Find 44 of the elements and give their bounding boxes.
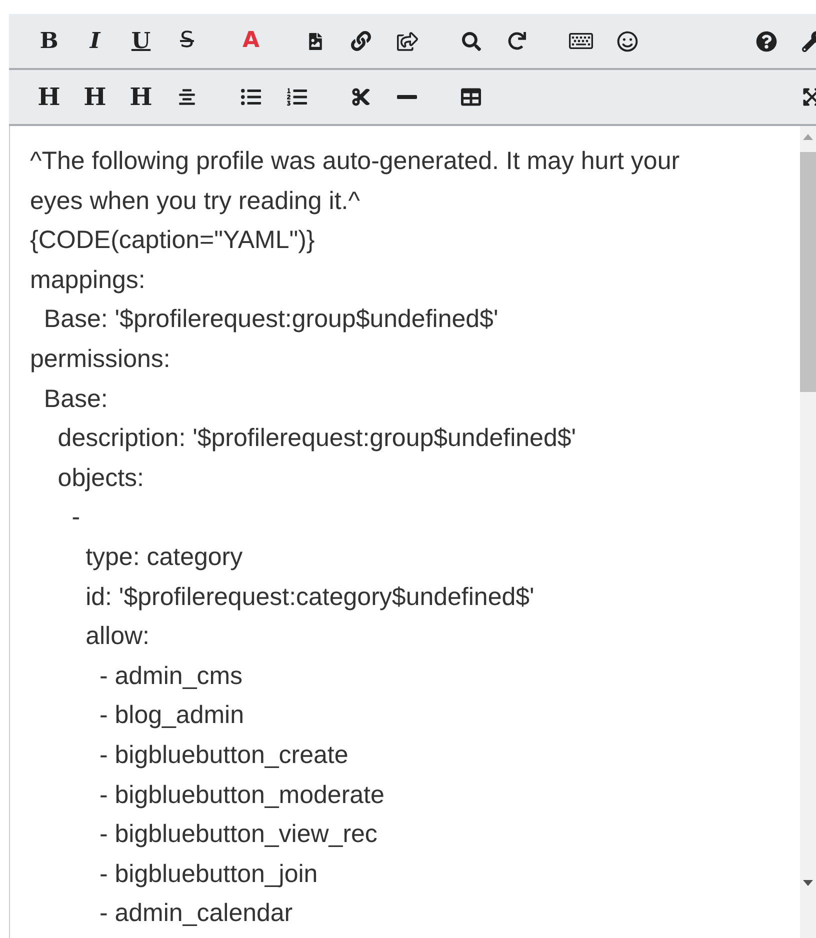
- code-line: - bigbluebutton_join: [98, 858, 319, 890]
- share-icon: [396, 30, 418, 52]
- code-line: allow:: [84, 621, 150, 652]
- heading-button[interactable]: H: [129, 82, 153, 112]
- align-center-icon: [178, 88, 196, 106]
- code-line: Base:: [42, 384, 109, 415]
- code-line: permissions:: [30, 344, 172, 375]
- editor-field[interactable]: [9, 126, 816, 938]
- file-image-icon: [306, 32, 324, 50]
- code-line: Base: '$profilerequest:group$undefined$': [42, 304, 500, 336]
- code-line: {CODE(caption="YAML")}: [30, 225, 316, 256]
- bullet-list-icon: [241, 87, 261, 107]
- strike-button[interactable]: S: [175, 26, 199, 56]
- code-line: - admin_cms: [98, 660, 244, 692]
- search-icon: [462, 32, 480, 50]
- code-line: - bigbluebutton_create: [98, 740, 350, 771]
- link-icon: [351, 31, 371, 51]
- code-line: - blog_admin: [98, 700, 245, 732]
- code-line: description: '$profilerequest:group$undefined$': [56, 423, 578, 454]
- scissors-icon: [351, 87, 371, 107]
- underline-button[interactable]: U: [129, 26, 153, 56]
- smiley-icon: [616, 30, 638, 52]
- table-icon: [461, 87, 481, 107]
- scrollbar[interactable]: [800, 126, 816, 938]
- heading-button[interactable]: H: [37, 82, 61, 112]
- redo-icon: [508, 32, 526, 50]
- code-line: - bigbluebutton_moderate: [98, 780, 386, 810]
- code-line: objects:: [56, 462, 145, 494]
- scroll-down-icon[interactable]: [803, 880, 813, 886]
- italic-button[interactable]: I: [83, 26, 107, 56]
- scrollbar-thumb[interactable]: [800, 152, 816, 392]
- code-line: type: category: [84, 542, 244, 573]
- code-line: id: '$profilerequest:category$undefined$': [84, 582, 536, 613]
- numbered-list-icon: [287, 87, 307, 107]
- code-line: -: [70, 502, 82, 534]
- code-line: - admin_calendar: [98, 898, 294, 930]
- heading-button[interactable]: H: [83, 82, 107, 112]
- code-line: - bigbluebutton_view_rec: [98, 819, 378, 850]
- fullscreen-icon: [802, 87, 816, 107]
- bold-button[interactable]: B: [37, 26, 61, 56]
- color-button[interactable]: A: [239, 26, 263, 56]
- code-line: mappings:: [30, 264, 146, 296]
- help-icon: [756, 30, 776, 52]
- code-line: ^The following profile was auto-generated. It may hurt your eyes when you try reading it.^: [30, 146, 681, 217]
